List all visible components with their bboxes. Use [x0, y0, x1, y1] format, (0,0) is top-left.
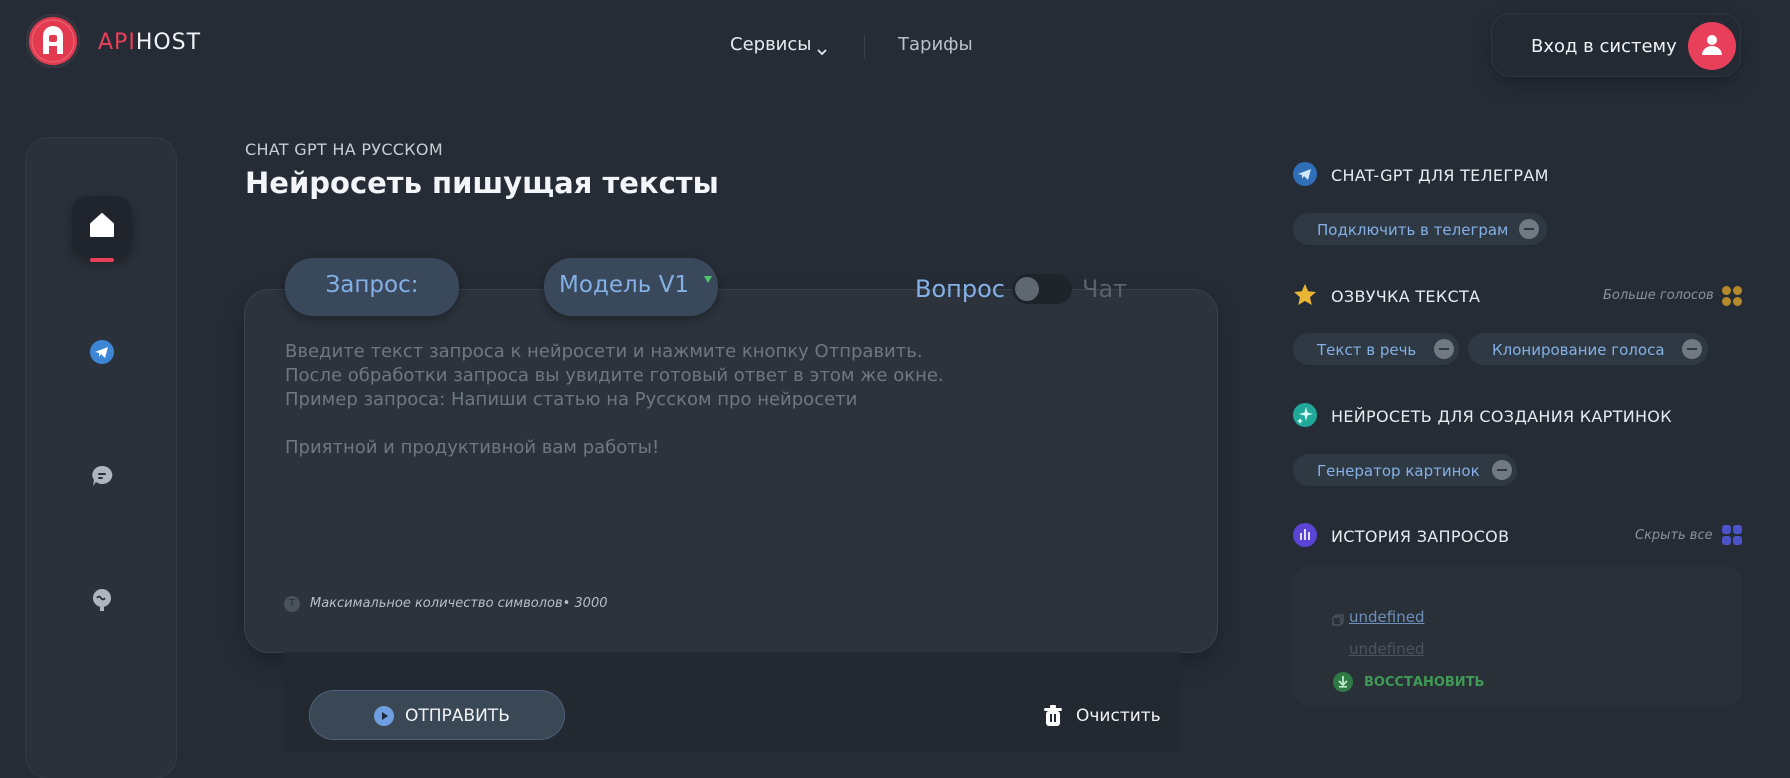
- download-icon[interactable]: [1333, 672, 1353, 692]
- grid-icon[interactable]: [1721, 285, 1743, 307]
- char-limit-label: Максимальное количество символов• 3000: [310, 596, 608, 611]
- model-select-label[interactable]: Модель V1: [544, 272, 704, 298]
- nav-tariffs[interactable]: Тарифы: [898, 34, 973, 55]
- mode-toggle-knob[interactable]: [1015, 277, 1039, 301]
- section-title-voice: ОЗВУЧКА ТЕКСТА: [1331, 287, 1481, 306]
- page-eyebrow: CHAT GPT НА РУССКОМ: [245, 140, 443, 159]
- logo-icon[interactable]: [26, 14, 80, 68]
- history-item[interactable]: undefined: [1349, 608, 1424, 626]
- trash-icon[interactable]: [1043, 705, 1063, 727]
- sidebar-item-chat[interactable]: [88, 462, 116, 490]
- nav-divider: [864, 34, 865, 58]
- prompt-input[interactable]: [285, 340, 1185, 570]
- login-label[interactable]: Вход в систему: [1531, 36, 1677, 57]
- telegram-icon: [1292, 161, 1318, 187]
- logo-text-api: API: [98, 30, 136, 55]
- section-title-telegram: CHAT-GPT ДЛЯ ТЕЛЕГРАМ: [1331, 166, 1549, 185]
- history-list: [1292, 566, 1742, 706]
- star-icon: [1292, 282, 1318, 308]
- telegram-icon: [90, 340, 114, 364]
- sidebar-item-telegram[interactable]: [88, 338, 116, 366]
- caret-down-icon[interactable]: [704, 276, 712, 283]
- info-icon: T: [284, 596, 300, 612]
- request-tab-label[interactable]: Запрос:: [285, 272, 459, 298]
- chip-voice-cloning-label[interactable]: Клонирование голоса: [1492, 341, 1665, 359]
- grid-icon[interactable]: [1721, 524, 1743, 546]
- restore-button[interactable]: ВОССТАНОВИТЬ: [1364, 675, 1484, 690]
- section-title-images: НЕЙРОСЕТЬ ДЛЯ СОЗДАНИЯ КАРТИНОК: [1331, 407, 1672, 426]
- minus-icon[interactable]: [1492, 460, 1512, 480]
- sidebar-item-home[interactable]: [72, 196, 132, 256]
- mode-chat-label[interactable]: Чат: [1082, 275, 1127, 303]
- logo-text[interactable]: APIHOST: [98, 30, 201, 55]
- user-icon[interactable]: [1688, 22, 1736, 70]
- chip-image-generator-label[interactable]: Генератор картинок: [1317, 462, 1480, 480]
- nav-services[interactable]: Сервисы: [730, 34, 811, 55]
- minus-icon[interactable]: [1519, 219, 1539, 239]
- chevron-down-icon[interactable]: [817, 42, 827, 56]
- more-voices-link[interactable]: Больше голосов: [1603, 288, 1714, 303]
- minus-icon[interactable]: [1434, 339, 1454, 359]
- sidebar-active-indicator: [90, 258, 114, 262]
- play-icon[interactable]: [374, 706, 394, 726]
- sparkle-icon: [1292, 402, 1318, 428]
- page-title: Нейросеть пишущая тексты: [245, 166, 719, 200]
- sidebar-item-monitor[interactable]: [88, 586, 116, 614]
- history-item[interactable]: undefined: [1349, 640, 1424, 658]
- chat-bubble-icon: [92, 465, 113, 486]
- clear-button[interactable]: Очистить: [1076, 706, 1161, 726]
- mode-question-label[interactable]: Вопрос: [915, 275, 1005, 303]
- equalizer-icon: [1292, 522, 1318, 548]
- monitor-chat-icon: [93, 589, 111, 611]
- chip-text-to-speech-label[interactable]: Текст в речь: [1317, 341, 1416, 359]
- send-button-label[interactable]: ОТПРАВИТЬ: [405, 706, 510, 726]
- chip-connect-telegram-label[interactable]: Подключить в телеграм: [1317, 221, 1508, 239]
- copy-icon[interactable]: [1332, 611, 1344, 626]
- minus-icon[interactable]: [1682, 339, 1702, 359]
- logo-text-host: HOST: [135, 30, 202, 55]
- home-icon: [90, 213, 114, 237]
- hide-all-link[interactable]: Скрыть все: [1635, 528, 1713, 543]
- section-title-history: ИСТОРИЯ ЗАПРОСОВ: [1331, 527, 1510, 546]
